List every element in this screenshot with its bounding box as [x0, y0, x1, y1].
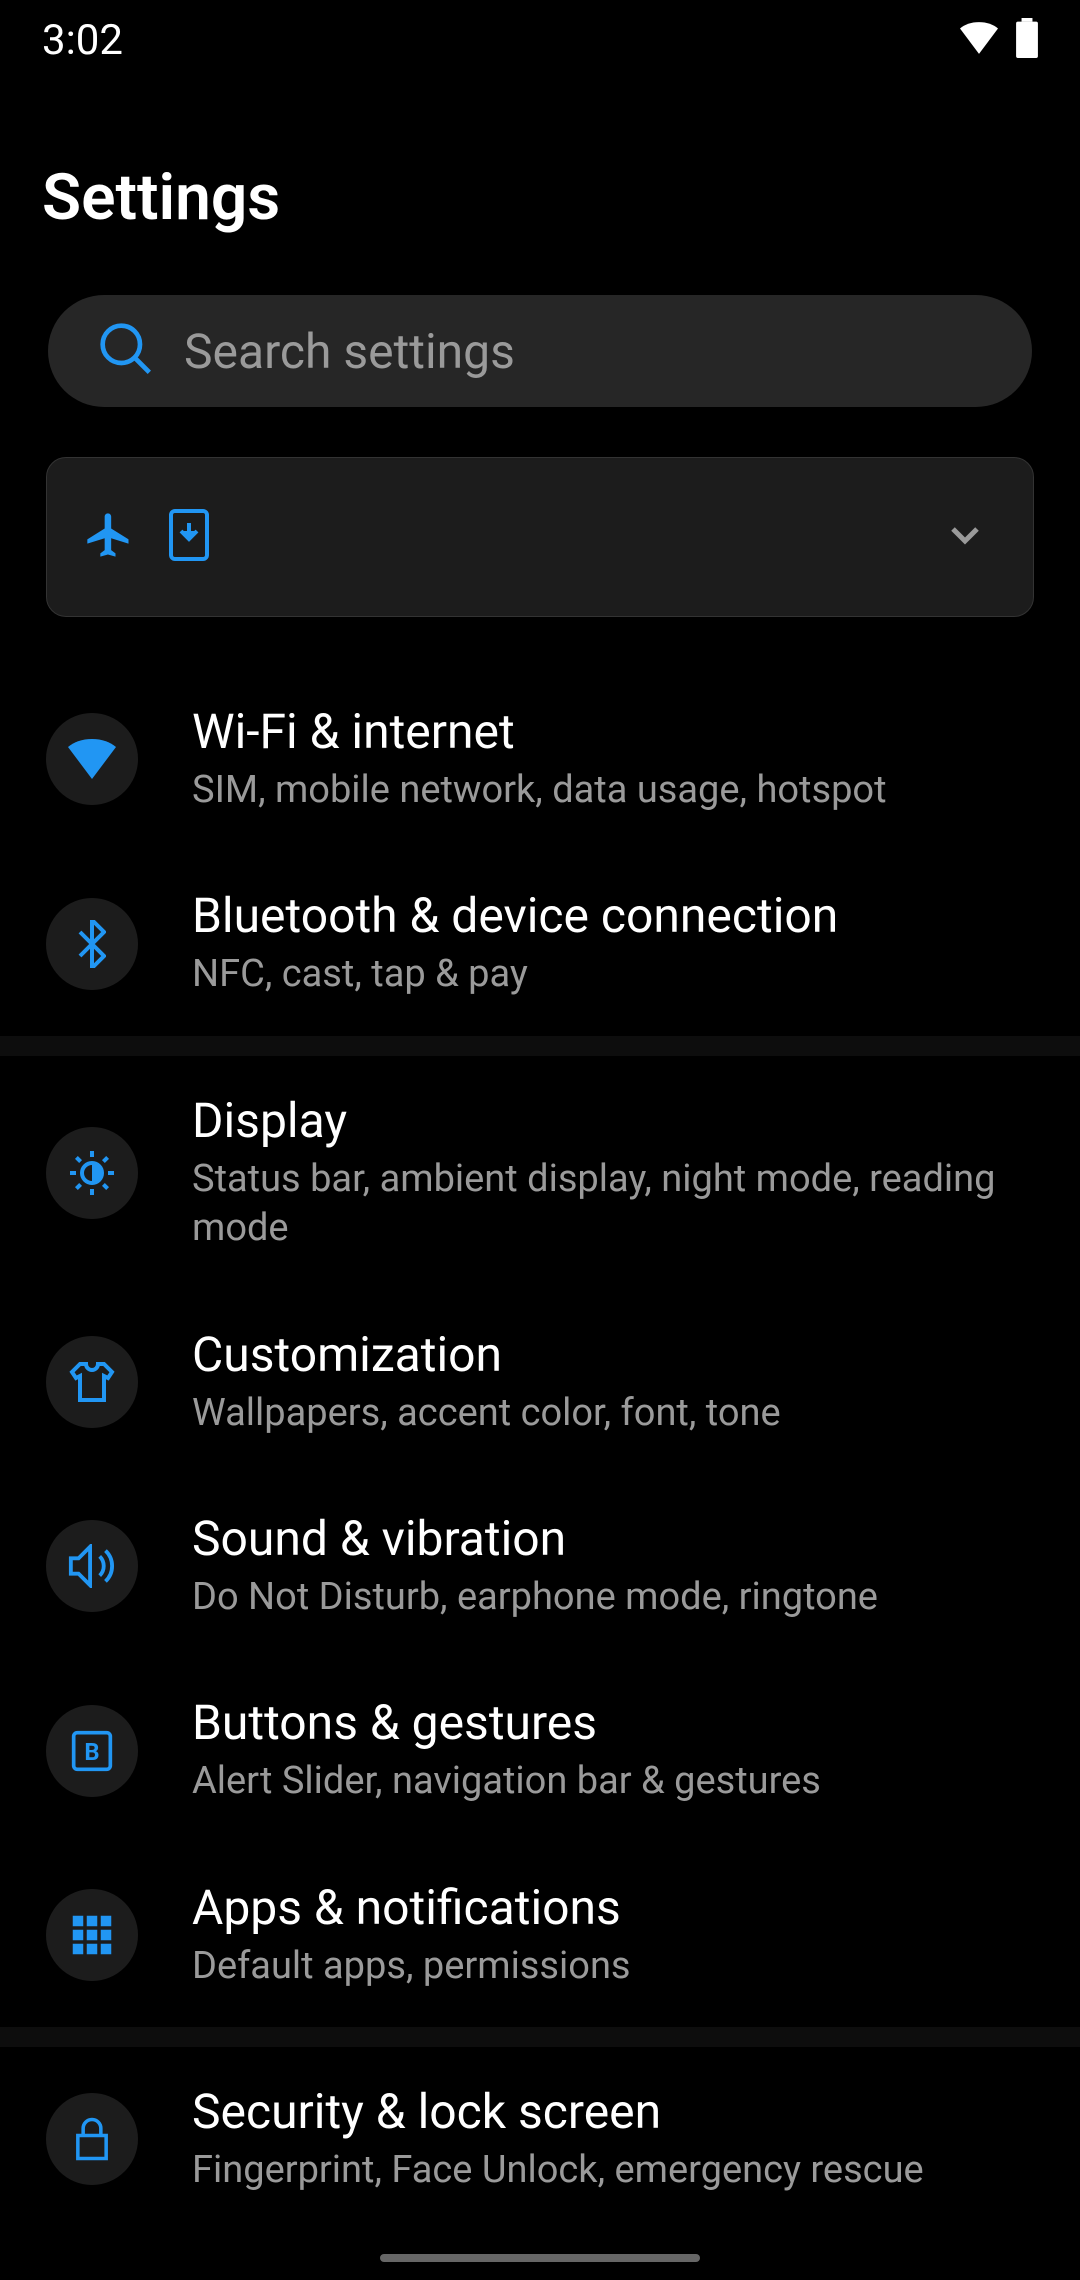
page-title: Settings	[0, 80, 1080, 295]
settings-item-buttons-gestures[interactable]: B Buttons & gestures Alert Slider, navig…	[0, 1658, 1080, 1842]
item-title: Apps & notifications	[192, 1879, 631, 1936]
apps-grid-icon	[46, 1889, 138, 1981]
settings-item-wifi-internet[interactable]: Wi-Fi & internet SIM, mobile network, da…	[0, 667, 1080, 851]
sound-icon	[46, 1520, 138, 1612]
item-subtitle: NFC, cast, tap & pay	[192, 950, 838, 999]
tshirt-icon	[46, 1336, 138, 1428]
item-title: Display	[192, 1092, 1034, 1149]
item-subtitle: Default apps, permissions	[192, 1942, 631, 1991]
wifi-icon	[960, 22, 998, 58]
settings-item-sound[interactable]: Sound & vibration Do Not Disturb, earpho…	[0, 1474, 1080, 1658]
settings-item-bluetooth[interactable]: Bluetooth & device connection NFC, cast,…	[0, 851, 1080, 1035]
wifi-icon	[46, 713, 138, 805]
item-title: Security & lock screen	[192, 2083, 924, 2140]
chevron-down-icon[interactable]	[941, 511, 989, 563]
airplane-mode-icon[interactable]	[83, 509, 135, 565]
lock-icon	[46, 2093, 138, 2185]
search-icon	[98, 321, 154, 381]
search-settings[interactable]: Search settings	[48, 295, 1032, 407]
search-placeholder: Search settings	[184, 323, 515, 380]
item-subtitle: Wallpapers, accent color, font, tone	[192, 1389, 781, 1438]
item-title: Bluetooth & device connection	[192, 887, 838, 944]
item-title: Sound & vibration	[192, 1510, 878, 1567]
item-subtitle: SIM, mobile network, data usage, hotspot	[192, 766, 887, 815]
navigation-handle[interactable]	[380, 2254, 700, 2262]
settings-item-display[interactable]: Display Status bar, ambient display, nig…	[0, 1056, 1080, 1290]
settings-list: Wi-Fi & internet SIM, mobile network, da…	[0, 667, 1080, 2232]
settings-item-customization[interactable]: Customization Wallpapers, accent color, …	[0, 1290, 1080, 1474]
section-divider	[0, 1036, 1080, 1056]
item-subtitle: Fingerprint, Face Unlock, emergency resc…	[192, 2146, 924, 2195]
buttons-icon: B	[46, 1705, 138, 1797]
item-title: Customization	[192, 1326, 781, 1383]
bluetooth-icon	[46, 898, 138, 990]
settings-item-apps-notifications[interactable]: Apps & notifications Default apps, permi…	[0, 1843, 1080, 2027]
item-title: Wi-Fi & internet	[192, 703, 887, 760]
item-title: Buttons & gestures	[192, 1694, 821, 1751]
svg-text:B: B	[84, 1738, 99, 1766]
item-subtitle: Do Not Disturb, earphone mode, ringtone	[192, 1573, 878, 1622]
status-bar: 3:02	[0, 0, 1080, 80]
display-icon	[46, 1127, 138, 1219]
status-icons	[960, 18, 1038, 62]
item-subtitle: Status bar, ambient display, night mode,…	[192, 1155, 1034, 1254]
battery-icon	[1016, 18, 1038, 62]
system-update-icon[interactable]	[167, 509, 211, 565]
item-subtitle: Alert Slider, navigation bar & gestures	[192, 1757, 821, 1806]
section-divider	[0, 2027, 1080, 2047]
status-time: 3:02	[42, 16, 123, 65]
settings-item-security[interactable]: Security & lock screen Fingerprint, Face…	[0, 2047, 1080, 2231]
quick-toggles-panel[interactable]	[46, 457, 1034, 617]
